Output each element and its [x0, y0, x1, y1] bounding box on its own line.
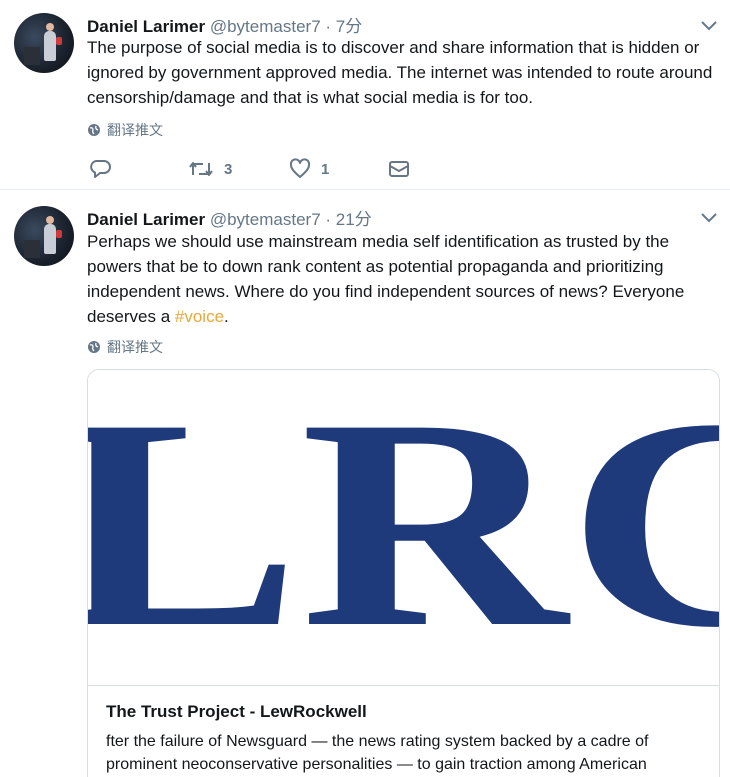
- card-title[interactable]: The Trust Project - LewRockwell: [106, 702, 367, 722]
- globe-icon: [87, 340, 101, 354]
- tweet-header: Daniel Larimer @bytemaster7 · 21分: [87, 205, 372, 229]
- chevron-down-icon[interactable]: [700, 212, 718, 224]
- retweet-icon: [188, 158, 214, 180]
- card-description: fter the failure of Newsguard — the news…: [106, 733, 649, 773]
- heart-icon: [289, 158, 311, 180]
- author-handle[interactable]: @bytemaster7: [210, 210, 321, 229]
- card-logo-text: LRC: [88, 370, 720, 686]
- translate-tweet-link[interactable]: 翻译推文: [87, 337, 163, 357]
- like-button[interactable]: 1: [289, 157, 329, 181]
- translate-label: 翻译推文: [107, 339, 163, 355]
- separator: ·: [325, 17, 332, 36]
- timestamp[interactable]: 7分: [336, 17, 362, 36]
- reply-button[interactable]: [90, 157, 122, 181]
- separator: ·: [325, 210, 332, 229]
- retweet-button[interactable]: 3: [188, 157, 232, 181]
- chevron-down-icon[interactable]: [700, 20, 718, 32]
- author-name[interactable]: Daniel Larimer: [87, 17, 205, 36]
- like-count: 1: [321, 160, 330, 178]
- direct-message-button[interactable]: [388, 157, 410, 181]
- globe-icon: [87, 123, 101, 137]
- author-handle[interactable]: @bytemaster7: [210, 17, 321, 36]
- tweet[interactable]: Daniel Larimer @bytemaster7 · 7分 The pur…: [0, 0, 730, 190]
- timestamp[interactable]: 21分: [336, 210, 372, 229]
- translate-tweet-link[interactable]: 翻译推文: [87, 120, 163, 140]
- retweet-count: 3: [224, 160, 233, 178]
- avatar[interactable]: [14, 206, 74, 266]
- author-name[interactable]: Daniel Larimer: [87, 210, 205, 229]
- envelope-icon: [388, 158, 410, 180]
- card-image[interactable]: LRC: [88, 370, 720, 686]
- avatar[interactable]: [14, 13, 74, 73]
- tweet-header: Daniel Larimer @bytemaster7 · 7分: [87, 12, 362, 36]
- translate-label: 翻译推文: [107, 122, 163, 138]
- tweet-text: Perhaps we should use mainstream media s…: [87, 229, 717, 329]
- tweet-text-end: .: [224, 307, 229, 326]
- hashtag-link[interactable]: #voice: [175, 307, 224, 326]
- link-card[interactable]: LRC The Trust Project - LewRockwell fter…: [87, 369, 720, 777]
- tweet-text: The purpose of social media is to discov…: [87, 38, 713, 107]
- tweet-actions: 3 1: [90, 157, 430, 181]
- tweet[interactable]: Daniel Larimer @bytemaster7 · 21分 Perhap…: [0, 191, 730, 777]
- reply-icon: [90, 158, 112, 180]
